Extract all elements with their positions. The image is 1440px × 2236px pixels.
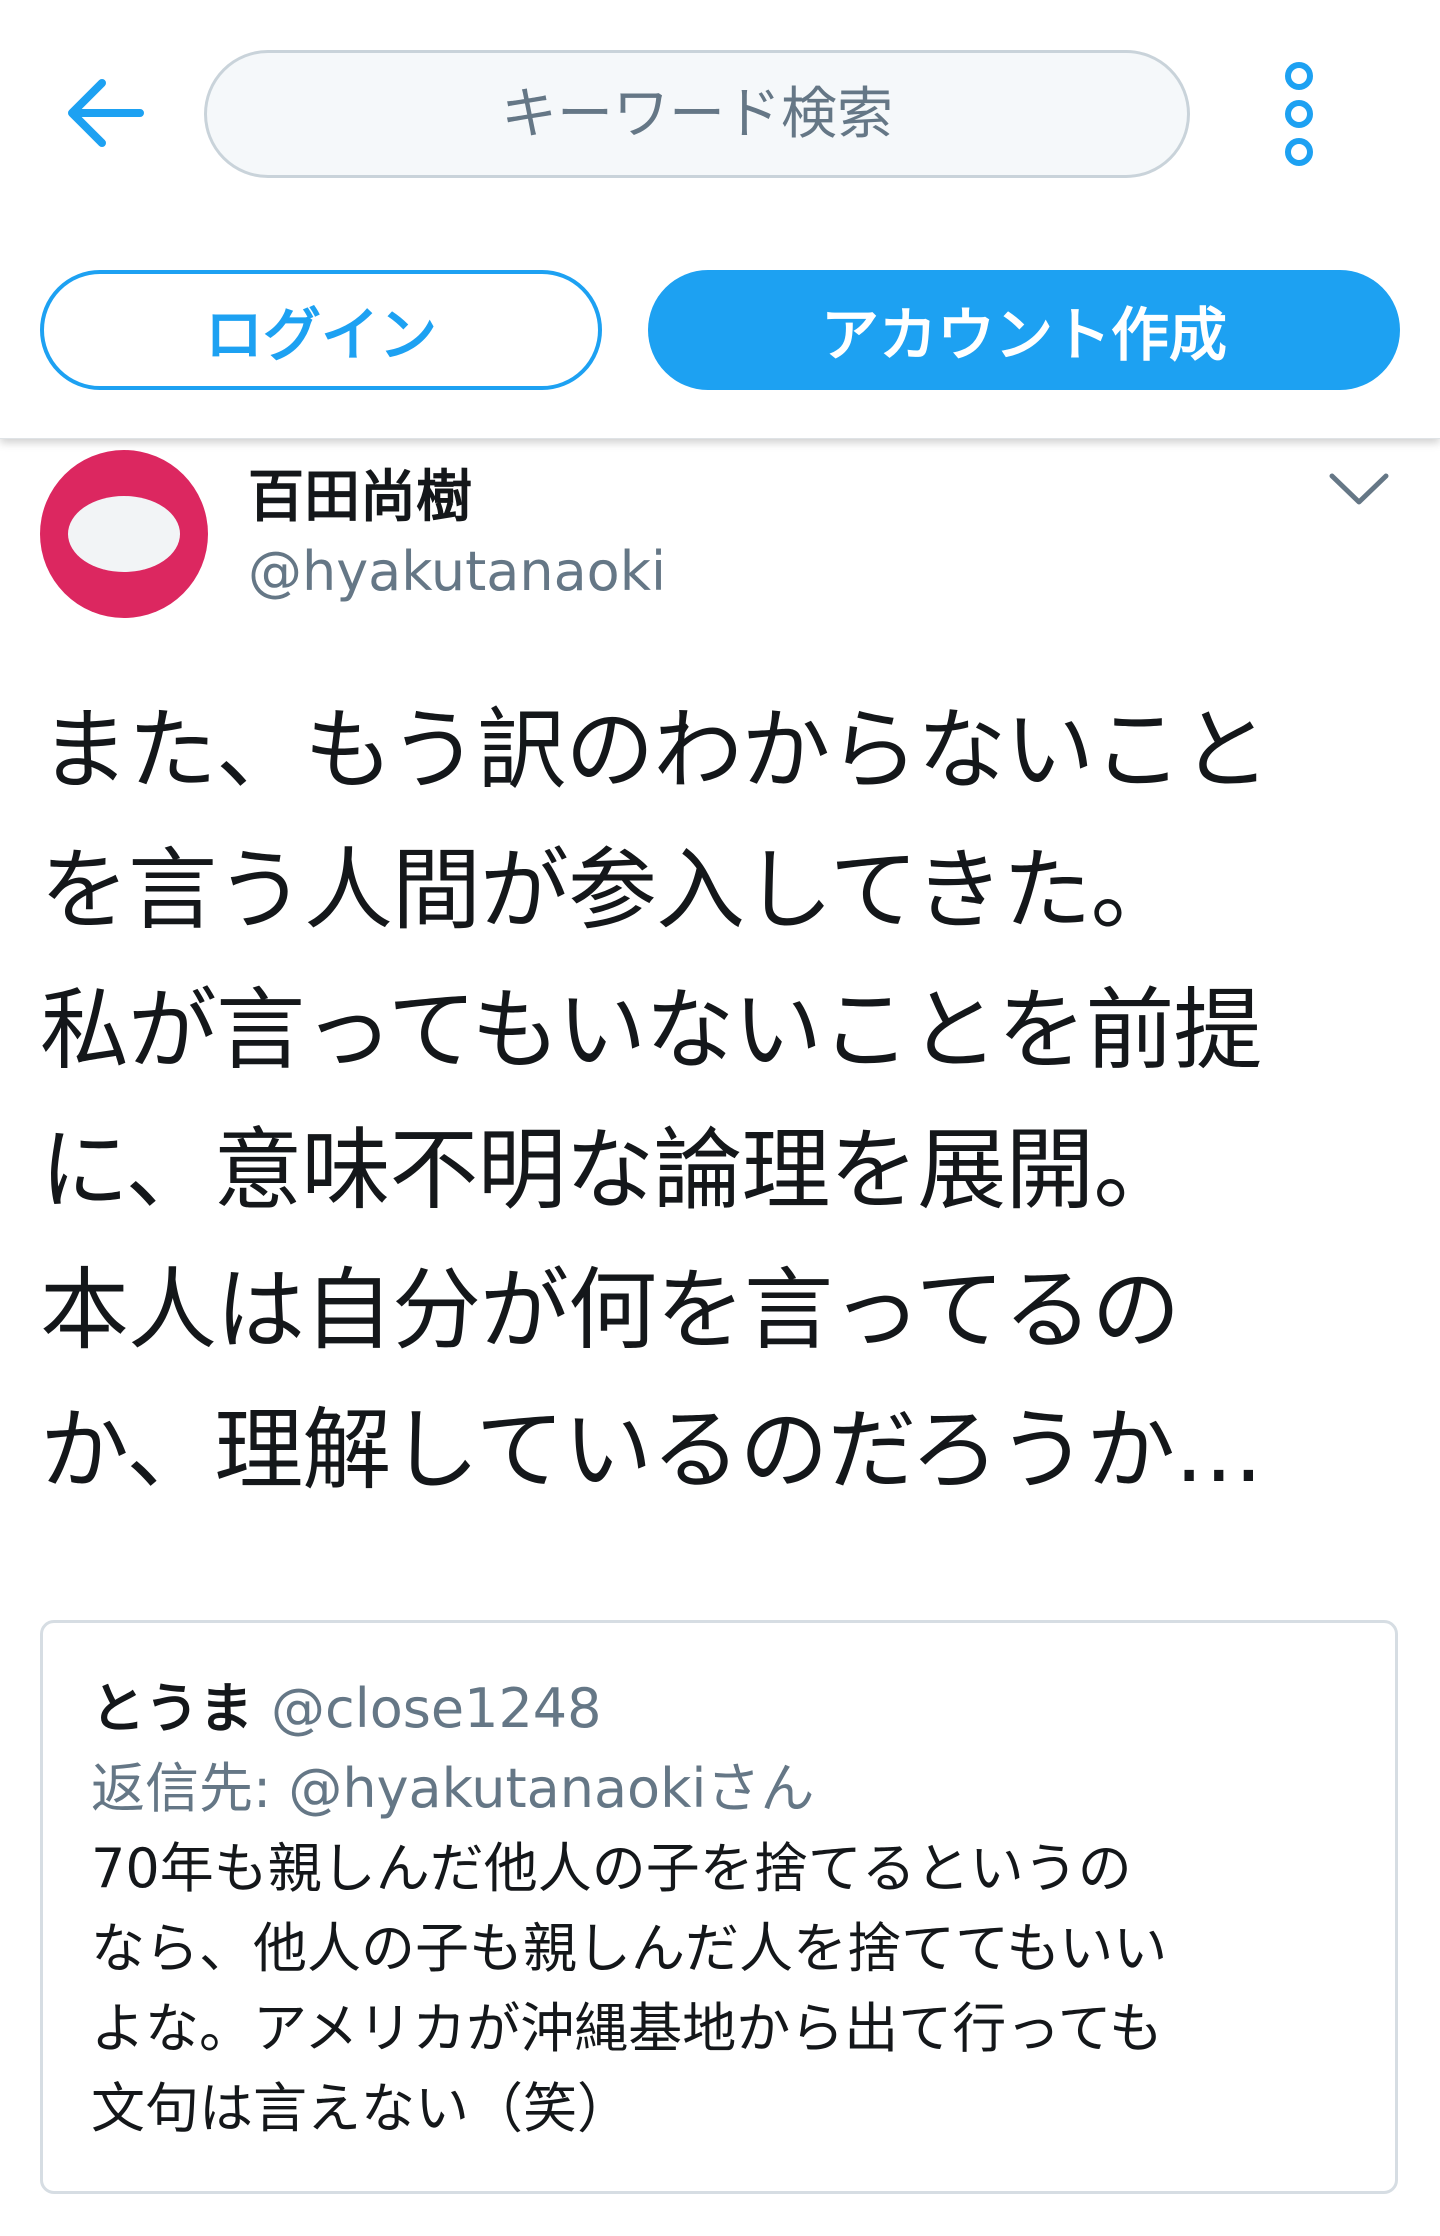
quoted-tweet-header: とうま @close1248 — [91, 1669, 1351, 1749]
chevron-down-icon — [1329, 473, 1389, 505]
tweet-text: また、もう訳のわからないこと を言う人間が参入してきた。 私が言ってもいないこと… — [40, 680, 1410, 1520]
top-bar: ログイン アカウント作成 — [0, 0, 1440, 439]
quoted-tweet[interactable]: とうま @close1248 返信先: @hyakutanaokiさん 70年も親… — [40, 1620, 1398, 2194]
quoted-tweet-text: 70年も親しんだ他人の子を捨てるというの なら、他人の子も親しんだ人を捨ててもい… — [91, 1829, 1351, 2149]
search-box[interactable] — [204, 50, 1190, 178]
tweet-text-line: か、理解しているのだろうか… — [40, 1398, 1263, 1502]
reply-to-handle: @hyakutanaokiさん — [288, 1757, 815, 1820]
tweet-text-line: また、もう訳のわからないこと — [40, 698, 1270, 802]
quoted-text-line: 70年も親しんだ他人の子を捨てるというの — [91, 1837, 1132, 1900]
tweet-text-line: 本人は自分が何を言ってるの — [40, 1258, 1181, 1362]
back-button[interactable] — [62, 70, 148, 156]
author-handle[interactable]: @hyakutanaoki — [248, 540, 666, 603]
quoted-text-line: なら、他人の子も親しんだ人を捨ててもいい — [91, 1917, 1168, 1980]
vertical-dots-icon — [1285, 62, 1313, 166]
quoted-author-name: とうま — [91, 1677, 253, 1740]
tweet-text-line: を言う人間が参入してきた。 — [40, 838, 1180, 942]
avatar-image — [68, 496, 180, 572]
tweet-text-line: 私が言ってもいないことを前提 — [40, 978, 1262, 1082]
avatar[interactable] — [40, 450, 208, 618]
tweet-menu-button[interactable] — [1326, 466, 1392, 512]
create-account-button[interactable]: アカウント作成 — [648, 270, 1400, 390]
tweet-text-line: に、意味不明な論理を展開。 — [40, 1118, 1182, 1222]
more-options-button[interactable] — [1264, 54, 1334, 174]
quoted-text-line: 文句は言えない（笑） — [91, 2077, 631, 2140]
arrow-left-icon — [68, 79, 144, 147]
quoted-reply-context: 返信先: @hyakutanaokiさん — [91, 1749, 1351, 1829]
search-input[interactable] — [254, 80, 1140, 148]
login-button[interactable]: ログイン — [40, 270, 602, 390]
author-display-name[interactable]: 百田尚樹 — [248, 452, 472, 533]
quoted-text-line: よな。アメリカが沖縄基地から出て行っても — [91, 1997, 1163, 2060]
quoted-author-handle: @close1248 — [271, 1677, 602, 1740]
reply-prefix: 返信先: — [91, 1757, 272, 1820]
